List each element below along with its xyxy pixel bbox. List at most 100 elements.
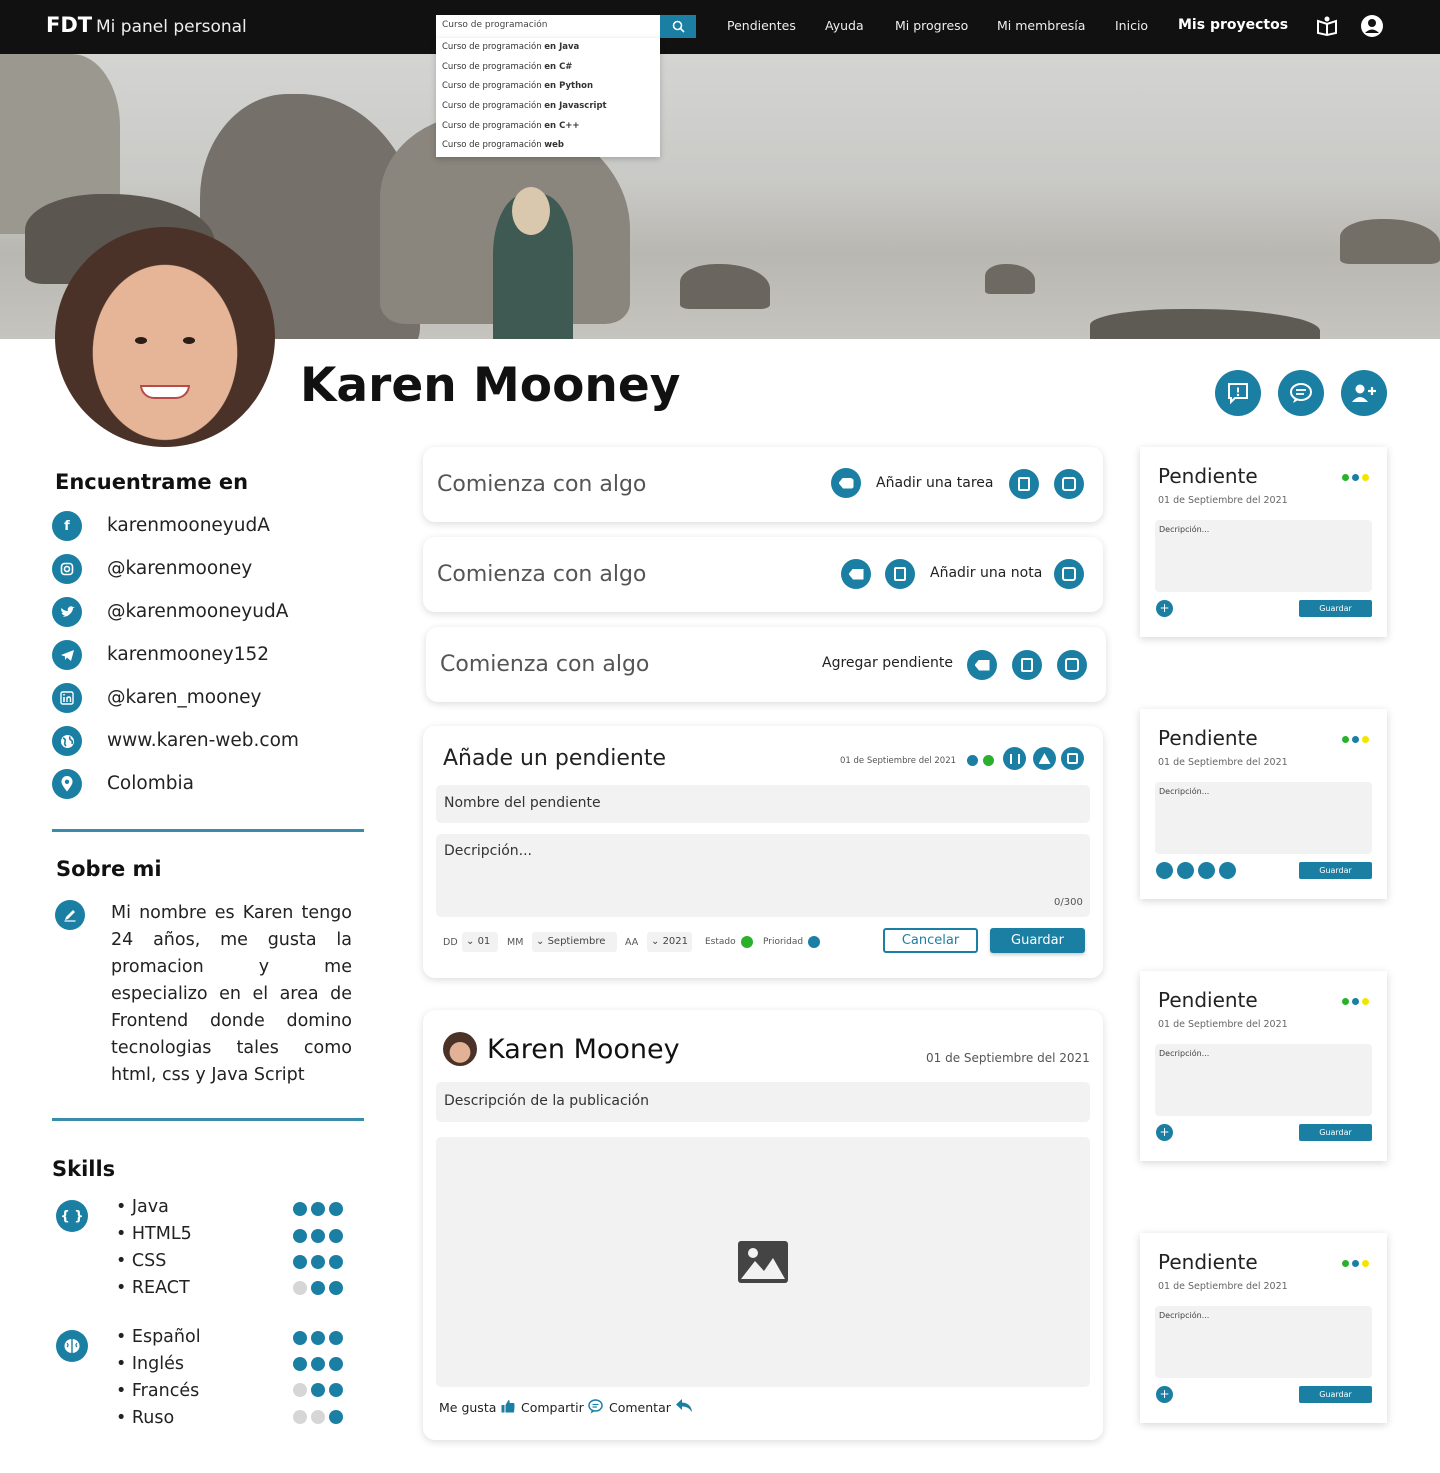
pending-description-field[interactable]: Decripción... 0/300 [436,834,1090,917]
post-date: 01 de Septiembre del 2021 [926,1051,1090,1065]
like-label[interactable]: Me gusta [439,1400,496,1415]
nav-pendientes[interactable]: Pendientes [727,18,796,33]
quick-pending-card[interactable]: Comienza con algo Agregar pendiente [426,627,1106,702]
add-note-label[interactable]: Añadir una nota [930,565,1042,581]
quick-input[interactable]: Comienza con algo [440,652,649,677]
pending-card-description[interactable]: Decripción... [1155,1044,1372,1116]
suggestion-item[interactable]: Curso de programación en Java [436,38,660,58]
checklist-button[interactable] [1012,650,1042,680]
checklist-button[interactable] [1009,469,1039,499]
save-button[interactable]: Guardar [990,928,1085,953]
social-telegram[interactable]: karenmooney152 [52,640,269,670]
save-button[interactable]: Guardar [1299,1124,1372,1141]
pencil-icon[interactable] [1219,862,1236,879]
pending-card[interactable]: Pendiente 01 de Septiembre del 2021 Decr… [1140,1233,1387,1423]
social-linkedin[interactable]: @karen_mooney [52,683,262,713]
tag-icon [848,568,864,580]
close-button[interactable] [1061,747,1084,770]
avatar[interactable] [55,227,275,447]
checklist-button[interactable] [885,559,915,589]
tag-button[interactable] [967,650,997,680]
add-icon[interactable]: + [1156,600,1173,617]
post-avatar[interactable] [443,1032,477,1066]
edit-button[interactable] [1057,650,1087,680]
social-instagram[interactable]: @karenmooney [52,554,252,584]
search-input[interactable]: Curso de programación [436,15,660,38]
cancel-button[interactable]: Cancelar [883,928,978,953]
comment-bubble-icon[interactable] [588,1399,603,1414]
nav-mis-proyectos[interactable]: Mis proyectos [1178,17,1288,33]
edit-icon[interactable] [55,900,85,930]
social-text: @karenmooneyudA [107,601,289,622]
aa-label: AA [625,937,639,948]
year-select[interactable]: ⌄ 2021 [647,932,692,952]
suggestion-item[interactable]: Curso de programación en C++ [436,117,660,137]
add-icon[interactable]: + [1156,1124,1173,1141]
quick-input[interactable]: Comienza con algo [437,472,646,497]
save-button[interactable]: Guardar [1299,862,1372,879]
pending-card[interactable]: Pendiente 01 de Septiembre del 2021 Decr… [1140,971,1387,1161]
post-image[interactable] [436,1137,1090,1387]
nav-ayuda[interactable]: Ayuda [825,18,864,33]
social-facebook[interactable]: f karenmooneyudA [52,511,270,541]
post-author[interactable]: Karen Mooney [487,1034,680,1065]
pending-card-description[interactable]: Decripción... [1155,520,1372,592]
pending-card-description[interactable]: Decripción... [1155,782,1372,854]
warning-button[interactable] [1033,747,1056,770]
quick-note-card[interactable]: Comienza con algo Añadir una nota [423,537,1103,612]
share-label[interactable]: Compartir [521,1400,584,1415]
quick-task-card[interactable]: Comienza con algo Añadir una tarea [423,447,1103,522]
close-icon[interactable] [1198,862,1215,879]
level-dot [329,1410,343,1424]
pending-card[interactable]: Pendiente 01 de Septiembre del 2021 Decr… [1140,709,1387,899]
prioridad-dot[interactable] [808,936,820,948]
edit-button[interactable] [1054,559,1084,589]
social-location[interactable]: Colombia [52,769,194,799]
pending-card[interactable]: Pendiente 01 de Septiembre del 2021 Decr… [1140,447,1387,637]
level-dot [329,1229,343,1243]
tag-button[interactable] [831,468,861,498]
report-button[interactable] [1215,370,1261,416]
add-pending-label[interactable]: Agregar pendiente [822,655,953,671]
month-select[interactable]: ⌄ Septiembre [532,932,617,952]
add-task-label[interactable]: Añadir una tarea [876,475,994,491]
brain-icon [56,1330,88,1362]
suggestion-item[interactable]: Curso de programación web [436,136,660,156]
pending-name-field[interactable]: Nombre del pendiente [436,785,1090,823]
social-text: www.karen-web.com [107,730,299,751]
emoji-icon[interactable] [1156,862,1173,879]
tag-button[interactable] [841,559,871,589]
social-twitter[interactable]: @karenmooneyudA [52,597,288,627]
pending-card-description[interactable]: Decripción... [1155,1306,1372,1378]
find-me-title: Encuentrame en [55,470,249,494]
message-button[interactable] [1278,370,1324,416]
suggestion-item[interactable]: Curso de programación en Python [436,77,660,97]
quick-input[interactable]: Comienza con algo [437,562,646,587]
book-icon[interactable] [1315,14,1339,38]
add-icon[interactable]: + [1156,1386,1173,1403]
language-item: • Inglés [116,1354,184,1374]
suggestion-item[interactable]: Curso de programación en Javascript [436,97,660,117]
level-dot [311,1331,325,1345]
edit-button[interactable] [1054,469,1084,499]
nav-mi-membresia[interactable]: Mi membresía [997,18,1085,33]
estado-dot[interactable] [741,936,753,948]
language-item: • Francés [116,1381,200,1401]
add-friend-button[interactable] [1341,370,1387,416]
social-web[interactable]: www.karen-web.com [52,726,299,756]
suggestion-item[interactable]: Curso de programación en C# [436,58,660,78]
image-icon[interactable] [1177,862,1194,879]
day-select[interactable]: ⌄ 01 [462,932,498,952]
user-account-icon[interactable] [1360,14,1384,38]
thumbs-up-icon[interactable] [501,1399,515,1413]
search-button[interactable] [660,15,696,38]
save-button[interactable]: Guardar [1299,1386,1372,1403]
nav-inicio[interactable]: Inicio [1115,18,1148,33]
nav-mi-progreso[interactable]: Mi progreso [895,18,968,33]
reply-icon[interactable] [676,1399,692,1412]
save-button[interactable]: Guardar [1299,600,1372,617]
library-button[interactable] [1003,747,1026,770]
comment-label[interactable]: Comentar [609,1400,671,1415]
brand-logo[interactable]: FDT [46,13,92,37]
skills-title: Skills [52,1157,116,1181]
